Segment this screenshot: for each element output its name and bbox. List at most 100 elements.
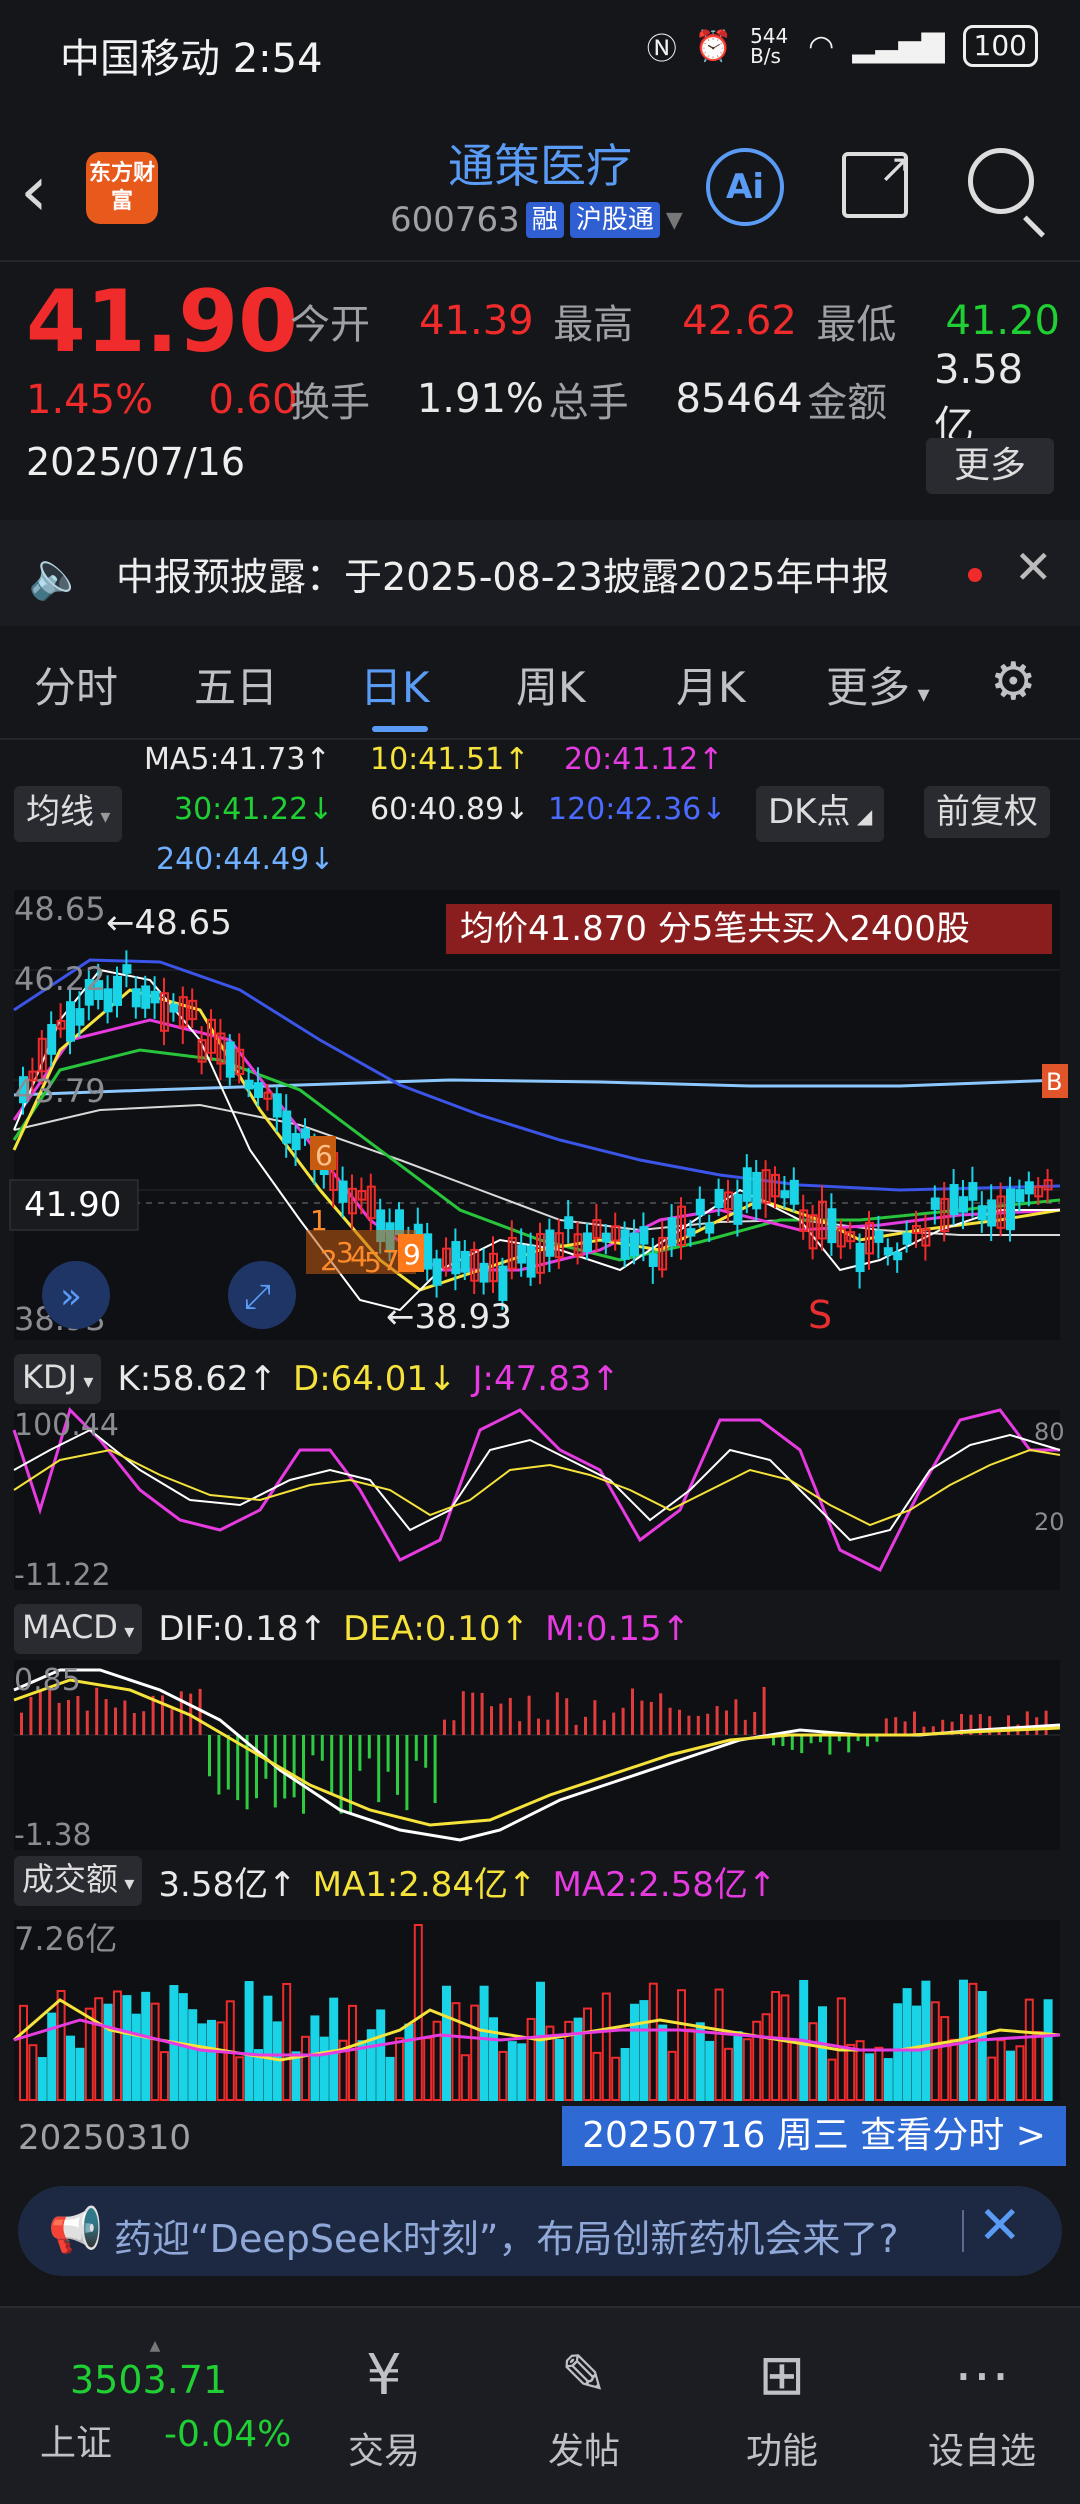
macd-bar	[847, 1735, 851, 1753]
candle-body	[460, 1250, 470, 1273]
candle-body	[113, 975, 122, 1006]
dk-marker-7: 7	[382, 1244, 400, 1277]
promo-banner[interactable]: 📢 药迎“DeepSeek时刻”，布局创新药机会来了? ✕	[18, 2186, 1062, 2276]
turnover-label: 换手	[290, 380, 370, 426]
volume-bar	[385, 2056, 395, 2101]
macd-bar	[631, 1688, 634, 1735]
tab-more[interactable]: 更多 ▾	[826, 654, 930, 715]
tab-intraday[interactable]: 分时	[34, 654, 118, 715]
macd-bar	[339, 1735, 343, 1814]
volume-bar	[573, 2017, 583, 2101]
dk-point-label: DK点	[768, 792, 851, 832]
nav-add-watchlist[interactable]: ⋯ 设自选	[902, 2344, 1062, 2474]
candle-body	[714, 1188, 724, 1209]
kline-chart[interactable]: 6 1 2 3 4 5 7 9 S 48.65 46.22 43.79 38.9…	[0, 890, 1080, 2160]
quote-date: 2025/07/16	[26, 440, 246, 484]
high-marker: ←48.65	[106, 903, 232, 943]
notice-bar[interactable]: 🔈 中报预披露：于2025-08-23披露2025年中报 ✕	[0, 520, 1080, 626]
trade-icon: ¥	[366, 2343, 402, 2408]
volume-bar	[244, 1981, 254, 2101]
dk-marker-1: 1	[310, 1204, 328, 1237]
macd-bar	[123, 1700, 127, 1735]
y-mid1-label: 46.22	[14, 960, 106, 998]
nav-trade[interactable]: ¥ 交易	[304, 2344, 464, 2474]
volume-bar	[103, 2003, 113, 2102]
candle-body	[545, 1229, 555, 1257]
volume-bar	[658, 2024, 668, 2102]
macd-bar	[903, 1721, 907, 1735]
nav-post[interactable]: ✎ 发帖	[504, 2344, 664, 2474]
macd-bar	[790, 1735, 794, 1750]
tab-daily-k[interactable]: 日K	[360, 654, 430, 715]
candle-body	[564, 1216, 574, 1230]
macd-bar	[414, 1735, 418, 1761]
last-price: 41.90	[26, 272, 299, 372]
macd-bar	[57, 1702, 61, 1735]
candle-body	[742, 1167, 752, 1202]
macd-bar	[490, 1706, 493, 1735]
close-icon[interactable]: ✕	[1014, 540, 1053, 594]
candle-body	[254, 1082, 263, 1098]
volume-bar	[66, 2035, 75, 2102]
view-intraday-button[interactable]: 20250716 周三 查看分时 >	[562, 2106, 1066, 2166]
wifi-icon: ◠	[808, 28, 835, 64]
promo-text[interactable]: 药迎“DeepSeek时刻”，布局创新药机会来了?	[114, 2208, 899, 2263]
status-icons: Ⓝ ⏰ 544 B/s ◠ ▂▃▅▇ 100	[647, 24, 1038, 68]
macd-bar	[76, 1696, 80, 1735]
macd-bar	[67, 1699, 70, 1735]
dk-marker-9-label: 9	[403, 1238, 421, 1271]
chart-area[interactable]: 6 1 2 3 4 5 7 9 S 48.65 46.22 43.79 38.9…	[0, 890, 1080, 2160]
ma-line-button[interactable]: 均线 ▾	[14, 786, 123, 842]
stock-name[interactable]: 通策医疗	[0, 130, 1080, 196]
notice-text[interactable]: 中报预披露：于2025-08-23披露2025年中报	[116, 546, 890, 601]
volume-bar	[977, 1991, 987, 2102]
more-button[interactable]: 更多	[926, 438, 1054, 494]
candle-body	[949, 1184, 959, 1215]
tab-weekly-k[interactable]: 周K	[516, 654, 586, 715]
nav-functions[interactable]: ⊞ 功能	[702, 2344, 862, 2474]
macd-bar	[1044, 1710, 1048, 1735]
adjust-button[interactable]: 前复权	[924, 786, 1050, 838]
macd-bar	[142, 1711, 146, 1735]
volume-bar	[141, 1991, 151, 2101]
volume-legend: 成交额 ▾ 3.58亿↑ MA1:2.84亿↑ MA2:2.58亿↑	[14, 1856, 776, 1906]
stock-code-row[interactable]: 600763 融 沪股通 ▼	[390, 200, 683, 240]
volume-bar	[630, 2003, 639, 2101]
macd-button[interactable]: MACD ▾	[14, 1604, 143, 1654]
share-icon[interactable]: ↗	[842, 146, 912, 218]
tab-monthly-k[interactable]: 月K	[676, 654, 746, 715]
index-ticker[interactable]: ▲ 3503.71 上证 -0.04%	[0, 2338, 310, 2464]
kdj-button[interactable]: KDJ ▾	[14, 1354, 102, 1404]
candle-body	[827, 1208, 837, 1244]
macd-bar	[612, 1712, 616, 1735]
volume-bar	[639, 2000, 649, 2101]
search-icon[interactable]	[968, 148, 1045, 238]
low-label: 最低	[816, 302, 897, 348]
tab-five-day[interactable]: 五日	[194, 654, 278, 715]
y-high-label: 48.65	[14, 890, 106, 928]
bottom-nav: ▲ 3503.71 上证 -0.04% ¥ 交易 ✎ 发帖 ⊞ 功能 ⋯ 设自选	[0, 2306, 1080, 2504]
nav-trade-label: 交易	[347, 2431, 420, 2472]
volume-button[interactable]: 成交额 ▾	[14, 1856, 143, 1906]
dk-point-button[interactable]: DK点 ◢	[756, 786, 885, 842]
macd-bar	[151, 1695, 155, 1735]
volume-bar	[376, 2009, 386, 2101]
volume-bar	[865, 2053, 874, 2102]
macd-bar	[715, 1706, 719, 1735]
close-icon[interactable]: ✕	[978, 2196, 1022, 2256]
volume-top-label: 7.26亿	[14, 1920, 117, 1958]
macd-bar	[668, 1707, 672, 1735]
macd-bar	[762, 1686, 766, 1735]
candle-body	[902, 1232, 912, 1245]
volume-bar	[207, 2019, 216, 2101]
candle-body	[131, 988, 141, 1008]
candle-body	[883, 1247, 893, 1256]
macd-panel-bg	[14, 1660, 1060, 1850]
open-value: 41.39	[419, 298, 534, 344]
gear-icon[interactable]: ⚙	[990, 652, 1037, 712]
candle-body	[695, 1198, 705, 1216]
macd-bar	[217, 1735, 221, 1795]
ai-icon[interactable]: Ai	[706, 148, 784, 226]
macd-bar	[471, 1692, 475, 1735]
volume-bar	[188, 2009, 198, 2102]
